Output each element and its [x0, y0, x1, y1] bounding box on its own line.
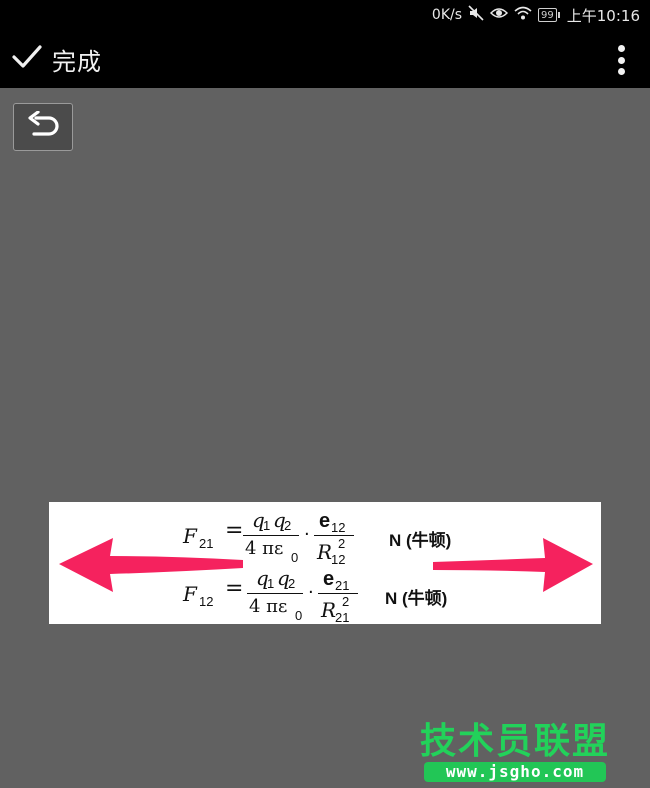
- fraction-bar: [243, 535, 299, 537]
- fraction-bar: [314, 535, 354, 537]
- edited-image[interactable]: F 21 = q 1 q 2 4 πε 0 · e 12 R 2 12 N (牛…: [49, 502, 601, 625]
- done-label: 完成: [52, 47, 102, 76]
- check-icon: [12, 44, 42, 74]
- distance-r-sub: 21: [335, 610, 350, 625]
- clock: 上午10:16: [566, 6, 640, 25]
- equals-sign: =: [225, 576, 244, 601]
- formula-lhs-sub: 21: [199, 536, 214, 551]
- action-bar: 完成: [0, 30, 650, 88]
- distance-r-sup: 2: [338, 536, 346, 551]
- more-vert-icon[interactable]: [614, 45, 628, 75]
- status-bar: 0K/s 99 上午10:16: [0, 0, 650, 30]
- battery-icon: 99: [538, 8, 560, 22]
- fraction-bar: [247, 593, 303, 595]
- unit-vector-sub: 12: [331, 520, 346, 535]
- net-speed: 0K/s: [431, 7, 463, 23]
- eye-icon: [489, 6, 509, 24]
- fraction-bar: [318, 593, 358, 595]
- battery-level: 99: [541, 9, 554, 21]
- denominator-sub: 0: [295, 608, 303, 623]
- dot-operator: ·: [304, 524, 310, 545]
- numerator-q1-sub: 1: [263, 518, 271, 533]
- unit-vector: e: [323, 568, 335, 590]
- status-indicators: 0K/s 99 上午10:16: [432, 0, 640, 30]
- distance-r-sup: 2: [342, 594, 350, 609]
- unit-vector: e: [319, 510, 331, 532]
- formula-lhs: F: [183, 524, 197, 548]
- denominator: 4 πε: [245, 538, 284, 559]
- done-button[interactable]: 完成: [12, 30, 102, 88]
- watermark-url: www.jsgho.com: [424, 762, 606, 782]
- distance-r: R: [321, 598, 337, 622]
- undo-icon: [26, 110, 60, 143]
- undo-button[interactable]: [13, 103, 73, 151]
- formula-f12: F 12 = q 1 q 2 4 πε 0 · e 21 R 2 21 N (牛…: [49, 562, 601, 625]
- distance-r: R: [317, 540, 333, 564]
- unit-vector-sub: 21: [335, 578, 350, 593]
- numerator-q1-sub: 1: [267, 576, 275, 591]
- denominator: 4 πε: [249, 596, 288, 617]
- formula-unit: N (牛顿): [389, 531, 452, 550]
- watermark-logo: 技术员联盟: [420, 721, 611, 762]
- numerator-q2-sub: 2: [284, 518, 292, 533]
- formula-f21: F 21 = q 1 q 2 4 πε 0 · e 12 R 2 12 N (牛…: [49, 504, 601, 567]
- wifi-icon: [514, 6, 532, 24]
- mute-icon: [468, 5, 484, 25]
- formula-lhs-sub: 12: [199, 594, 214, 609]
- dot-operator: ·: [308, 582, 314, 603]
- formula-unit: N (牛顿): [385, 589, 448, 608]
- equals-sign: =: [225, 518, 244, 543]
- numerator-q2-sub: 2: [288, 576, 296, 591]
- formula-lhs: F: [183, 582, 197, 606]
